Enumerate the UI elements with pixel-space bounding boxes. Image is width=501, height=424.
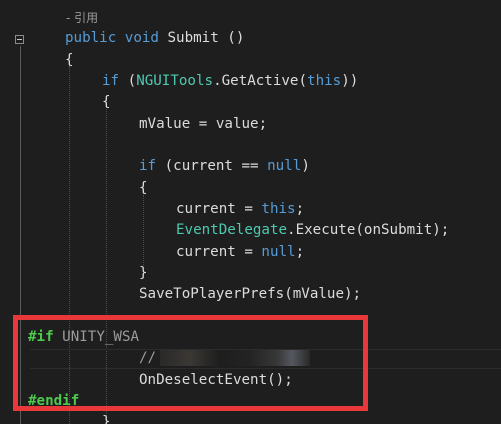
code-line-close-brace-inner[interactable]: } xyxy=(139,263,148,284)
indent-guide xyxy=(143,195,144,265)
code-line-if-getactive[interactable]: if (NGUITools.GetActive(this)) xyxy=(102,71,358,92)
code-line-if-current-null[interactable]: if (current == null) xyxy=(139,156,310,177)
code-line-open-brace-method[interactable]: { xyxy=(65,50,74,71)
collapse-toggle-icon[interactable] xyxy=(15,35,24,44)
code-token: ; xyxy=(295,244,305,260)
code-token: public xyxy=(65,30,117,46)
code-token: Submit () xyxy=(158,30,245,46)
code-token: .GetActive( xyxy=(213,73,308,89)
code-line-save-prefs[interactable]: SaveToPlayerPrefs(mValue); xyxy=(139,284,361,305)
code-token: SaveToPlayerPrefs(mValue); xyxy=(139,286,362,302)
code-line-execute[interactable]: EventDelegate.Execute(onSubmit); xyxy=(176,220,449,241)
code-token: ( xyxy=(119,73,137,89)
code-token: } xyxy=(139,265,148,281)
code-line-close-brace-partial[interactable]: } xyxy=(102,412,111,424)
code-token: current = xyxy=(176,244,262,260)
code-line-assign-mvalue[interactable]: mValue = value; xyxy=(139,114,267,135)
code-token: ) xyxy=(301,158,310,174)
code-editor[interactable]: - 引用 public void Submit () { if (NGUIToo… xyxy=(0,0,501,424)
code-line-current-null[interactable]: current = null; xyxy=(176,242,304,263)
code-token: this xyxy=(307,73,342,89)
code-token: { xyxy=(139,180,148,196)
code-line-open-brace-inner[interactable]: { xyxy=(139,178,148,199)
codelens-references[interactable]: - 引用 xyxy=(66,9,98,27)
code-token: { xyxy=(65,52,74,68)
code-line-open-brace-if[interactable]: { xyxy=(102,92,111,113)
code-token: )) xyxy=(341,73,359,89)
code-token: ; xyxy=(295,201,305,217)
code-token: null xyxy=(261,244,296,260)
red-annotation-box xyxy=(13,315,368,411)
code-token: void xyxy=(124,30,159,46)
code-token: if xyxy=(139,158,157,174)
code-token: .Execute(onSubmit); xyxy=(287,222,450,238)
code-token: null xyxy=(267,158,302,174)
code-token: EventDelegate xyxy=(176,222,288,238)
code-token: } xyxy=(102,414,111,424)
code-line-signature[interactable]: public void Submit () xyxy=(65,28,244,49)
code-token: mValue = value; xyxy=(139,116,268,132)
code-token: { xyxy=(102,94,111,110)
code-token: if xyxy=(102,73,120,89)
code-token: (current == xyxy=(156,158,268,174)
code-token: NGUITools xyxy=(136,73,214,89)
code-token: current = xyxy=(176,201,262,217)
code-token: this xyxy=(261,201,296,217)
code-line-current-this[interactable]: current = this; xyxy=(176,199,304,220)
